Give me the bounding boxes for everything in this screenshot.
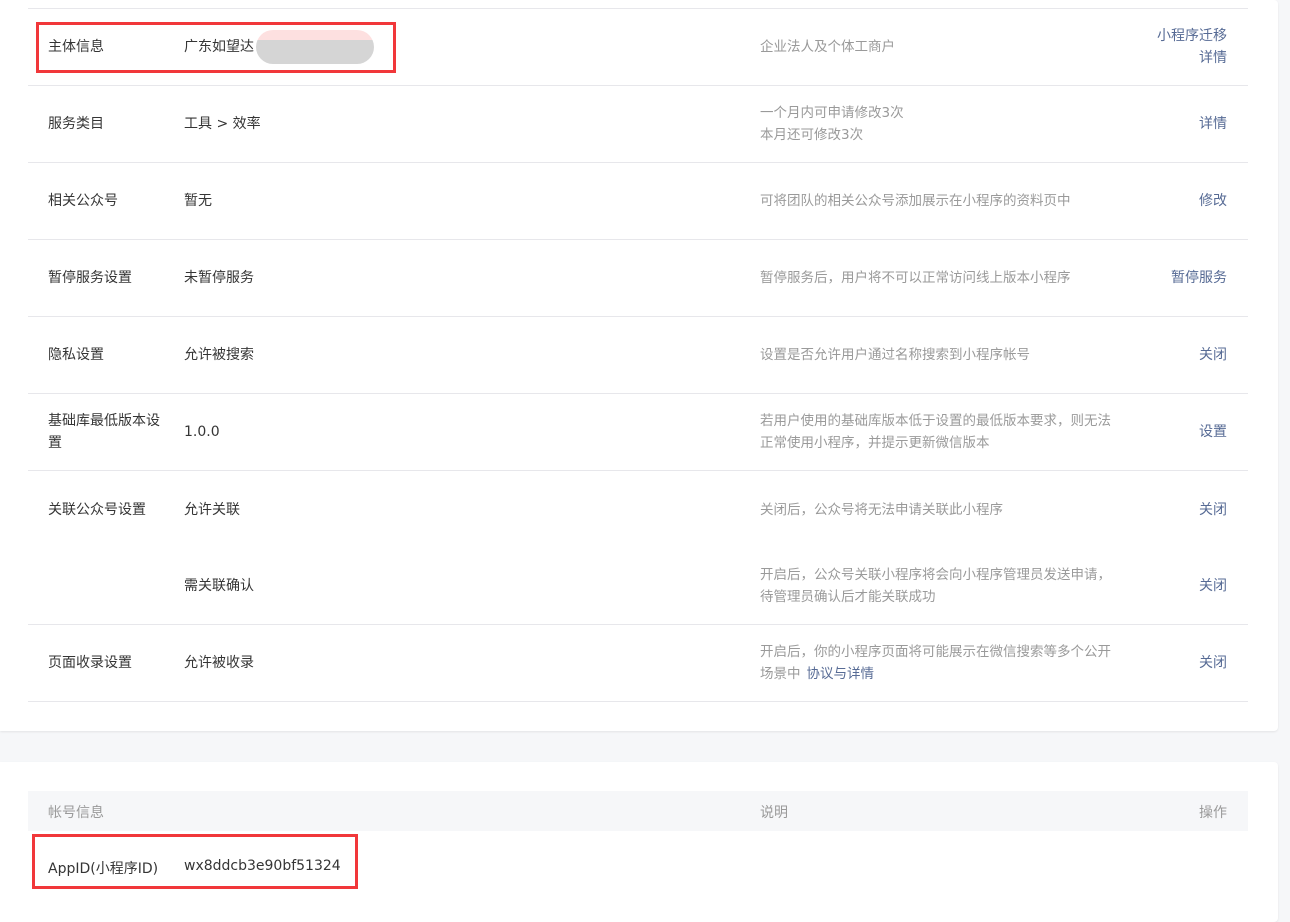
settings-row: 需关联确认 开启后，公众号关联小程序将会向小程序管理员发送申请，待管理员确认后才能… bbox=[28, 548, 1248, 625]
settings-row: 暂停服务设置 未暂停服务 暂停服务后，用户将不可以正常访问线上版本小程序 暂停服务 bbox=[28, 240, 1248, 317]
settings-table: 主体信息 广东如望达 企业法人及个体工商户 小程序迁移 详情 服务类目 工具 > 效率 一个月… bbox=[28, 8, 1248, 702]
agreement-link[interactable]: 协议与详情 bbox=[807, 666, 875, 682]
setting-actions: 关闭 bbox=[1087, 548, 1227, 624]
setting-actions: 关闭 bbox=[1087, 317, 1227, 393]
setting-label-text: 主体信息 bbox=[48, 39, 104, 55]
setting-label: 基础库最低版本设置 bbox=[48, 394, 168, 470]
setting-value-text: 允许被搜索 bbox=[184, 347, 254, 363]
action-link[interactable]: 详情 bbox=[1199, 113, 1227, 135]
setting-value: 1.0.0 bbox=[184, 394, 684, 470]
setting-description-text: 一个月内可申请修改3次 本月还可修改3次 bbox=[760, 105, 904, 143]
setting-label: 相关公众号 bbox=[48, 163, 168, 239]
action-link[interactable]: 小程序迁移 bbox=[1157, 25, 1227, 47]
setting-value: 允许被收录 bbox=[184, 625, 684, 701]
account-table-header: 帐号信息 说明 操作 bbox=[28, 791, 1248, 831]
setting-actions: 小程序迁移 详情 bbox=[1087, 9, 1227, 85]
setting-value-text: 允许被收录 bbox=[184, 655, 254, 671]
setting-value: 工具 > 效率 bbox=[184, 86, 684, 162]
setting-label: 页面收录设置 bbox=[48, 625, 168, 701]
redacted-name bbox=[256, 30, 374, 64]
header-actions: 操作 bbox=[1199, 805, 1227, 821]
setting-description: 暂停服务后，用户将不可以正常访问线上版本小程序 bbox=[760, 240, 1120, 316]
setting-description-text: 设置是否允许用户通过名称搜索到小程序帐号 bbox=[760, 347, 1030, 363]
settings-row: 基础库最低版本设置 1.0.0 若用户使用的基础库版本低于设置的最低版本要求，则无法… bbox=[28, 394, 1248, 471]
action-link[interactable]: 关闭 bbox=[1199, 652, 1227, 674]
setting-label-text: 关联公众号设置 bbox=[48, 501, 146, 518]
header-description: 说明 bbox=[760, 805, 788, 821]
appid-value: wx8ddcb3e90bf51324 bbox=[184, 858, 341, 874]
setting-value: 广东如望达 bbox=[184, 9, 684, 85]
setting-actions: 设置 bbox=[1087, 394, 1227, 470]
setting-label: 关联公众号设置 bbox=[48, 471, 168, 548]
setting-actions: 暂停服务 bbox=[1087, 240, 1227, 316]
setting-actions: 修改 bbox=[1087, 163, 1227, 239]
setting-value: 允许被搜索 bbox=[184, 317, 684, 393]
setting-description: 若用户使用的基础库版本低于设置的最低版本要求，则无法正常使用小程序，并提示更新微… bbox=[760, 394, 1120, 470]
setting-description: 关闭后，公众号将无法申请关联此小程序 bbox=[760, 471, 1120, 548]
settings-row: 页面收录设置 允许被收录 开启后，你的小程序页面将可能展示在微信搜索等多个公开场景中… bbox=[28, 625, 1248, 702]
setting-value-text: 需关联确认 bbox=[184, 578, 254, 594]
setting-description-text: 可将团队的相关公众号添加展示在小程序的资料页中 bbox=[760, 193, 1071, 209]
action-link[interactable]: 修改 bbox=[1199, 190, 1227, 212]
settings-row: 主体信息 广东如望达 企业法人及个体工商户 小程序迁移 详情 bbox=[28, 9, 1248, 86]
setting-description: 开启后，公众号关联小程序将会向小程序管理员发送申请，待管理员确认后才能关联成功 bbox=[760, 548, 1120, 624]
setting-label: 主体信息 bbox=[48, 9, 168, 85]
account-card: 帐号信息 说明 操作 AppID(小程序ID) wx8ddcb3e90bf513… bbox=[0, 762, 1278, 922]
setting-description: 开启后，你的小程序页面将可能展示在微信搜索等多个公开场景中 协议与详情 bbox=[760, 625, 1120, 701]
setting-value: 允许关联 bbox=[184, 471, 684, 548]
setting-value-text: 工具 > 效率 bbox=[184, 116, 261, 132]
setting-value-text: 广东如望达 bbox=[184, 39, 254, 55]
setting-label-text: 基础库最低版本设置 bbox=[48, 413, 160, 451]
setting-value: 暂无 bbox=[184, 163, 684, 239]
appid-label: AppID(小程序ID) bbox=[48, 861, 159, 877]
settings-row: 隐私设置 允许被搜索 设置是否允许用户通过名称搜索到小程序帐号 关闭 bbox=[28, 317, 1248, 394]
header-account-info: 帐号信息 bbox=[48, 805, 104, 821]
setting-label-text: 页面收录设置 bbox=[48, 655, 132, 671]
setting-description: 可将团队的相关公众号添加展示在小程序的资料页中 bbox=[760, 163, 1120, 239]
action-link[interactable]: 关闭 bbox=[1199, 499, 1227, 521]
setting-description: 设置是否允许用户通过名称搜索到小程序帐号 bbox=[760, 317, 1120, 393]
setting-actions: 关闭 bbox=[1087, 471, 1227, 548]
setting-description: 一个月内可申请修改3次 本月还可修改3次 bbox=[760, 86, 1120, 162]
setting-description-text: 开启后，你的小程序页面将可能展示在微信搜索等多个公开场景中 协议与详情 bbox=[760, 644, 1111, 682]
setting-description: 企业法人及个体工商户 bbox=[760, 9, 1120, 85]
action-link[interactable]: 关闭 bbox=[1199, 575, 1227, 597]
settings-row: 关联公众号设置 允许关联 关闭后，公众号将无法申请关联此小程序 关闭 bbox=[28, 471, 1248, 548]
setting-label bbox=[48, 548, 168, 624]
setting-actions: 详情 bbox=[1087, 86, 1227, 162]
setting-label: 服务类目 bbox=[48, 86, 168, 162]
action-link[interactable]: 关闭 bbox=[1199, 344, 1227, 366]
setting-label: 隐私设置 bbox=[48, 317, 168, 393]
setting-label-text: 相关公众号 bbox=[48, 193, 118, 209]
settings-row: 相关公众号 暂无 可将团队的相关公众号添加展示在小程序的资料页中 修改 bbox=[28, 163, 1248, 240]
setting-label-text: 隐私设置 bbox=[48, 347, 104, 363]
setting-value-text: 暂无 bbox=[184, 193, 212, 209]
setting-description-text: 开启后，公众号关联小程序将会向小程序管理员发送申请，待管理员确认后才能关联成功 bbox=[760, 567, 1111, 605]
setting-value: 未暂停服务 bbox=[184, 240, 684, 316]
setting-value-text: 1.0.0 bbox=[184, 424, 220, 440]
setting-label-text: 暂停服务设置 bbox=[48, 270, 132, 286]
setting-description-text: 暂停服务后，用户将不可以正常访问线上版本小程序 bbox=[760, 270, 1071, 286]
setting-value: 需关联确认 bbox=[184, 548, 684, 624]
setting-description-text: 关闭后，公众号将无法申请关联此小程序 bbox=[760, 501, 1003, 518]
action-link[interactable]: 暂停服务 bbox=[1171, 267, 1227, 289]
setting-label: 暂停服务设置 bbox=[48, 240, 168, 316]
setting-description-text: 若用户使用的基础库版本低于设置的最低版本要求，则无法正常使用小程序，并提示更新微… bbox=[760, 413, 1111, 451]
settings-card: 主体信息 广东如望达 企业法人及个体工商户 小程序迁移 详情 服务类目 工具 > 效率 一个月… bbox=[0, 0, 1278, 731]
setting-value-text: 未暂停服务 bbox=[184, 270, 254, 286]
setting-value-text: 允许关联 bbox=[184, 501, 240, 518]
setting-actions: 关闭 bbox=[1087, 625, 1227, 701]
setting-description-text: 企业法人及个体工商户 bbox=[760, 39, 895, 55]
setting-label-text: 服务类目 bbox=[48, 116, 104, 132]
settings-row: 服务类目 工具 > 效率 一个月内可申请修改3次 本月还可修改3次 详情 bbox=[28, 86, 1248, 163]
appid-row: AppID(小程序ID) wx8ddcb3e90bf51324 bbox=[28, 858, 1248, 880]
action-link[interactable]: 详情 bbox=[1199, 47, 1227, 69]
action-link[interactable]: 设置 bbox=[1199, 421, 1227, 443]
